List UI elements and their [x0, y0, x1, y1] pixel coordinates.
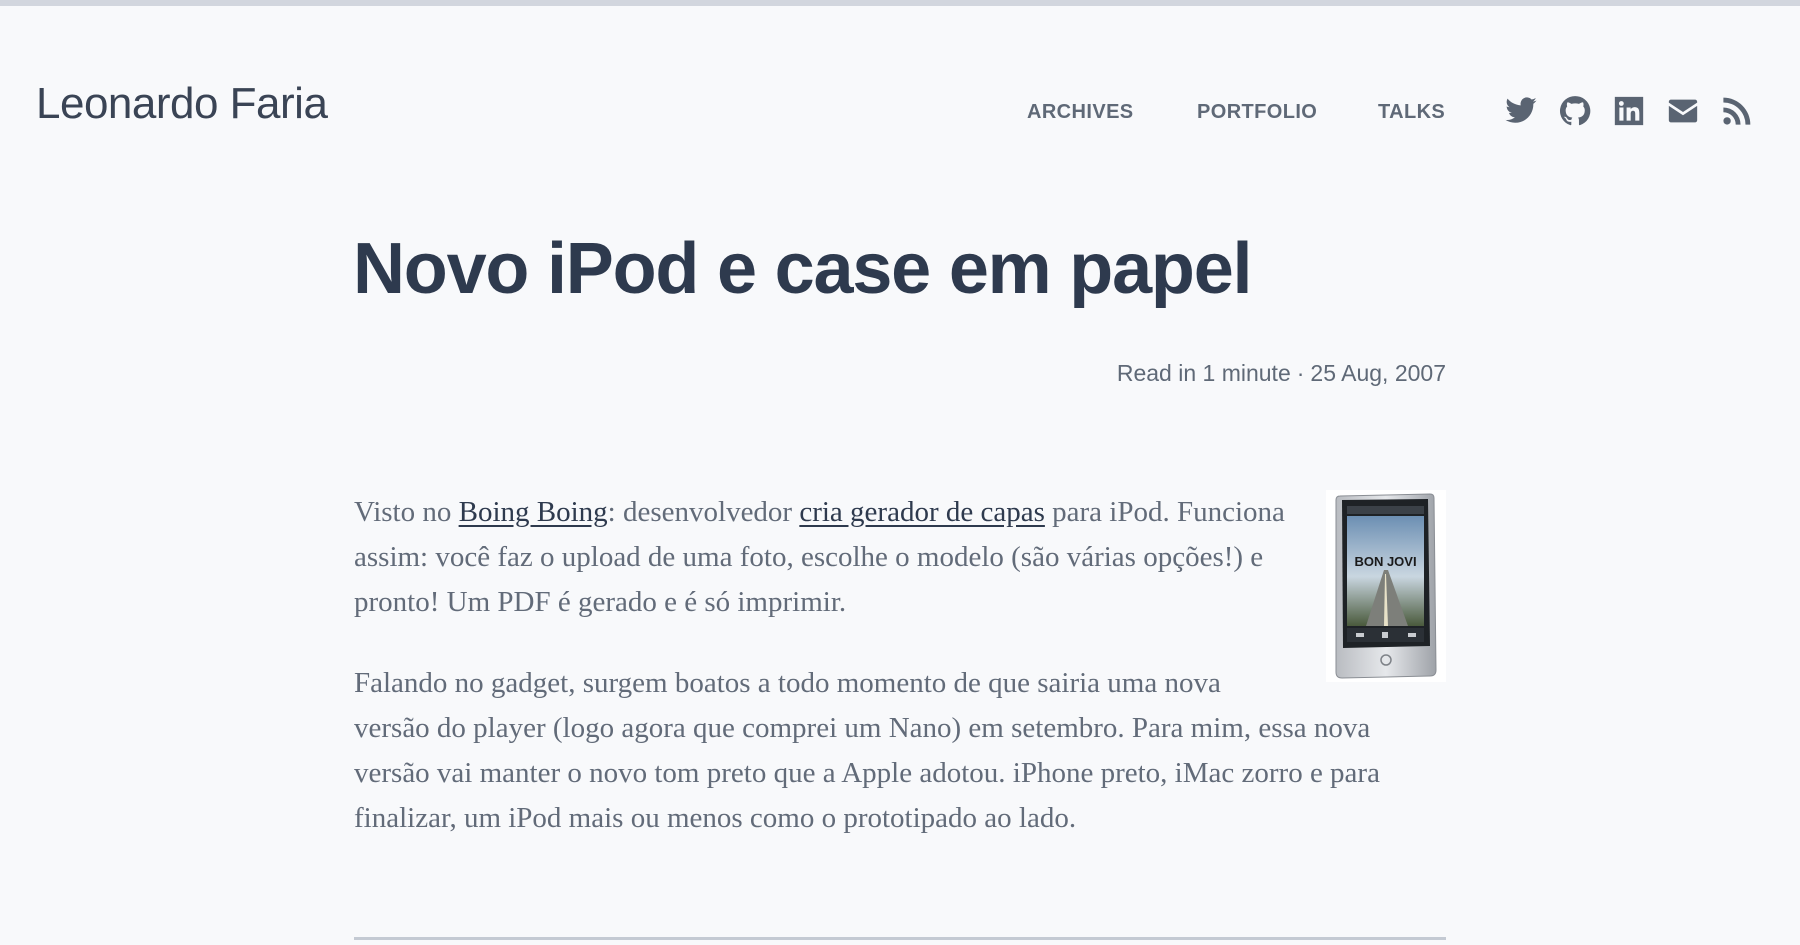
nav-link-portfolio[interactable]: PORTFOLIO — [1197, 100, 1317, 124]
twitter-icon[interactable] — [1504, 94, 1538, 128]
content-divider — [354, 937, 1446, 940]
boing-boing-link[interactable]: Boing Boing — [459, 496, 608, 528]
site-title-link[interactable]: Leonardo Faria — [36, 82, 328, 126]
paragraph-2: Falando no gadget, surgem boatos a todo … — [354, 667, 1380, 834]
site-header: Leonardo Faria ARCHIVES PORTFOLIO TALKS — [0, 6, 1800, 176]
paragraph-1: Visto no Boing Boing: desenvolvedor cria… — [354, 490, 1446, 625]
cover-generator-link[interactable]: cria gerador de capas — [799, 496, 1045, 528]
post-body: BON JOVI Visto no Boing Boing: desenvolv… — [354, 490, 1446, 877]
nav-link-archives[interactable]: ARCHIVES — [1027, 100, 1134, 124]
linkedin-icon[interactable] — [1612, 94, 1646, 128]
album-art-text: BON JOVI — [1354, 554, 1416, 569]
post-date: 25 Aug, 2007 — [1310, 360, 1446, 386]
email-icon[interactable] — [1666, 94, 1700, 128]
nav-link-talks[interactable]: TALKS — [1378, 100, 1445, 124]
ipod-image: BON JOVI — [1326, 490, 1446, 682]
paragraph-1-text-2: : desenvolvedor — [607, 496, 800, 528]
github-icon[interactable] — [1558, 94, 1592, 128]
paragraph-1-text-1: Visto no — [354, 496, 459, 528]
post-meta: Read in 1 minute · 25 Aug, 2007 — [1117, 360, 1446, 387]
read-time: Read in 1 minute — [1116, 360, 1291, 386]
post-title: Novo iPod e case em papel — [353, 229, 1253, 309]
meta-separator: · — [1296, 360, 1305, 386]
rss-icon[interactable] — [1720, 94, 1754, 128]
